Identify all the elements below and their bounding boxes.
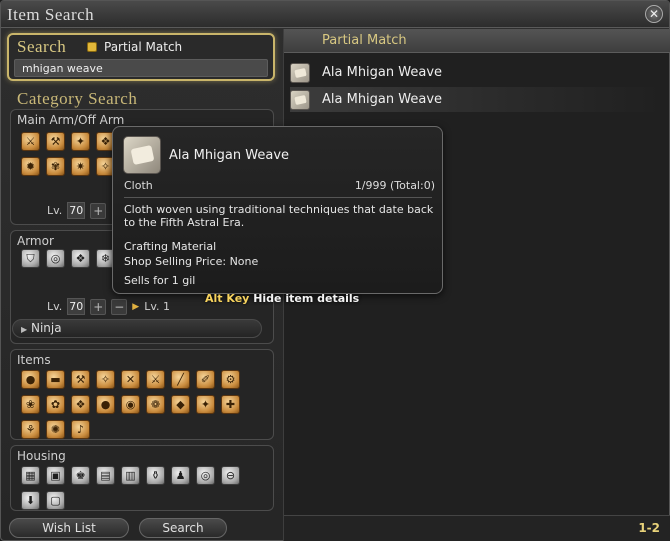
- hint-key: Alt Key: [205, 292, 250, 305]
- housing-category-icon[interactable]: ⊖: [221, 466, 240, 485]
- tooltip-item-name: Ala Mhigan Weave: [169, 148, 290, 163]
- items-category-icon[interactable]: ♪: [71, 420, 90, 439]
- housing-icon-grid: ▦ ▣ ♚ ▤ ▥ ⚱ ♟ ◎ ⊖ ⬇ ▢: [21, 466, 246, 516]
- items-section: Items ● ▬ ⚒ ✧ ✕ ⚔ ╱ ✐ ⚙ ❀ ✿ ❖ ● ◉ ❁ ◆ ✦ ✚ ⚘ ✺ ♪: [10, 349, 274, 440]
- search-button[interactable]: Search: [139, 518, 227, 538]
- housing-category-icon[interactable]: ▥: [121, 466, 140, 485]
- items-category-icon[interactable]: ●: [96, 395, 115, 414]
- cloth-item-icon: [290, 89, 310, 110]
- items-category-icon[interactable]: ◉: [121, 395, 140, 414]
- housing-category-icon[interactable]: ▤: [96, 466, 115, 485]
- results-footer: 1-2: [284, 515, 670, 541]
- close-icon: ✕: [648, 7, 660, 21]
- partial-match-label: Partial Match: [104, 40, 183, 54]
- items-category-icon[interactable]: ✧: [96, 370, 115, 389]
- job-select-arrow-icon: ▶: [21, 325, 28, 334]
- results-header: Partial Match: [284, 29, 670, 53]
- armor-level-upper: Lv. 1: [144, 300, 170, 313]
- items-category-icon[interactable]: ⚔: [146, 370, 165, 389]
- armor-title: Armor: [17, 234, 54, 248]
- housing-category-icon[interactable]: ◎: [196, 466, 215, 485]
- search-heading: Search: [17, 37, 67, 56]
- housing-category-icon[interactable]: ⬇: [21, 491, 40, 510]
- items-category-icon[interactable]: ❁: [146, 395, 165, 414]
- tooltip-item-count: 1/999 (Total:0): [354, 179, 435, 192]
- partial-match-checkbox[interactable]: [87, 42, 97, 52]
- tooltip-item-category: Cloth: [124, 179, 153, 192]
- main-arm-title: Main Arm/Off Arm: [17, 113, 125, 127]
- housing-section: Housing ▦ ▣ ♚ ▤ ▥ ⚱ ♟ ◎ ⊖ ⬇ ▢: [10, 445, 274, 511]
- tooltip-item-type: Crafting Material: [124, 240, 217, 253]
- title-bar[interactable]: Item Search ✕: [1, 1, 669, 28]
- job-select[interactable]: ▶ Ninja: [12, 319, 262, 338]
- items-category-icon[interactable]: ●: [21, 370, 40, 389]
- main-arm-level-label: Lv.: [47, 204, 63, 217]
- tooltip-sells-for: Sells for 1 gil: [124, 274, 196, 287]
- item-search-window: Item Search ✕ Search Partial Match Categ…: [0, 0, 670, 541]
- items-category-icon[interactable]: ◆: [171, 395, 190, 414]
- items-category-icon[interactable]: ✕: [121, 370, 140, 389]
- window-title: Item Search: [7, 5, 95, 24]
- housing-category-icon[interactable]: ♚: [71, 466, 90, 485]
- housing-category-icon[interactable]: ♟: [171, 466, 190, 485]
- armor-level-row: Lv. 70 + − ▶ Lv. 1: [47, 298, 170, 315]
- main-arm-level-row: Lv. 70 +: [47, 202, 107, 219]
- main-arm-category-icon[interactable]: ⚔: [21, 132, 40, 151]
- cloth-item-icon-large: [123, 136, 161, 174]
- tooltip-shop-price: Shop Selling Price: None: [124, 255, 259, 268]
- main-arm-category-icon[interactable]: ✹: [21, 157, 40, 176]
- main-arm-category-icon[interactable]: ⚒: [46, 132, 65, 151]
- result-name: Ala Mhigan Weave: [322, 92, 443, 107]
- armor-category-icon[interactable]: ⛉: [21, 249, 40, 268]
- cloth-item-icon: [290, 62, 310, 83]
- items-category-icon[interactable]: ❀: [21, 395, 40, 414]
- result-row-selected[interactable]: Ala Mhigan Weave: [290, 87, 664, 112]
- items-category-icon[interactable]: ⚒: [71, 370, 90, 389]
- category-search-heading: Category Search: [17, 89, 138, 108]
- main-arm-category-icon[interactable]: ✾: [46, 157, 65, 176]
- housing-category-icon[interactable]: ⚱: [146, 466, 165, 485]
- items-category-icon[interactable]: ╱: [171, 370, 190, 389]
- housing-category-icon[interactable]: ▣: [46, 466, 65, 485]
- result-row[interactable]: Ala Mhigan Weave: [290, 60, 664, 85]
- items-category-icon[interactable]: ✐: [196, 370, 215, 389]
- main-arm-category-icon[interactable]: ✷: [71, 157, 90, 176]
- items-category-icon[interactable]: ❖: [71, 395, 90, 414]
- results-header-label: Partial Match: [322, 33, 407, 48]
- items-category-icon[interactable]: ✿: [46, 395, 65, 414]
- close-button[interactable]: ✕: [645, 5, 663, 23]
- page-indicator: 1-2: [638, 521, 660, 535]
- armor-category-icon[interactable]: ❖: [71, 249, 90, 268]
- armor-level-label: Lv.: [47, 300, 63, 313]
- search-box: Search Partial Match: [7, 33, 275, 81]
- level-arrow-icon: ▶: [132, 301, 140, 312]
- tooltip-hint: Alt Key Hide item details: [205, 292, 359, 305]
- housing-title: Housing: [17, 449, 66, 463]
- job-select-value: Ninja: [30, 321, 62, 335]
- items-category-icon[interactable]: ✚: [221, 395, 240, 414]
- housing-category-icon[interactable]: ▢: [46, 491, 65, 510]
- items-title: Items: [17, 353, 51, 367]
- items-category-icon[interactable]: ▬: [46, 370, 65, 389]
- items-category-icon[interactable]: ⚙: [221, 370, 240, 389]
- items-category-icon[interactable]: ✦: [196, 395, 215, 414]
- main-arm-category-icon[interactable]: ✦: [71, 132, 90, 151]
- main-arm-level-plus-button[interactable]: +: [90, 202, 107, 219]
- housing-category-icon[interactable]: ▦: [21, 466, 40, 485]
- hint-action: Hide item details: [253, 292, 360, 305]
- armor-level-input[interactable]: 70: [67, 298, 86, 315]
- armor-category-icon[interactable]: ◎: [46, 249, 65, 268]
- tooltip-description: Cloth woven using traditional techniques…: [124, 203, 434, 229]
- armor-level-minus-button[interactable]: −: [111, 298, 128, 315]
- armor-level-plus-button[interactable]: +: [90, 298, 107, 315]
- item-detail-tooltip: Ala Mhigan Weave Cloth 1/999 (Total:0) C…: [112, 126, 443, 305]
- items-icon-grid: ● ▬ ⚒ ✧ ✕ ⚔ ╱ ✐ ⚙ ❀ ✿ ❖ ● ◉ ❁ ◆ ✦ ✚ ⚘ ✺ ♪: [21, 370, 246, 445]
- search-input[interactable]: [14, 59, 268, 77]
- tooltip-divider: [124, 197, 432, 198]
- main-arm-level-input[interactable]: 70: [67, 202, 86, 219]
- wish-list-button[interactable]: Wish List: [9, 518, 129, 538]
- items-category-icon[interactable]: ⚘: [21, 420, 40, 439]
- result-name: Ala Mhigan Weave: [322, 65, 443, 80]
- items-category-icon[interactable]: ✺: [46, 420, 65, 439]
